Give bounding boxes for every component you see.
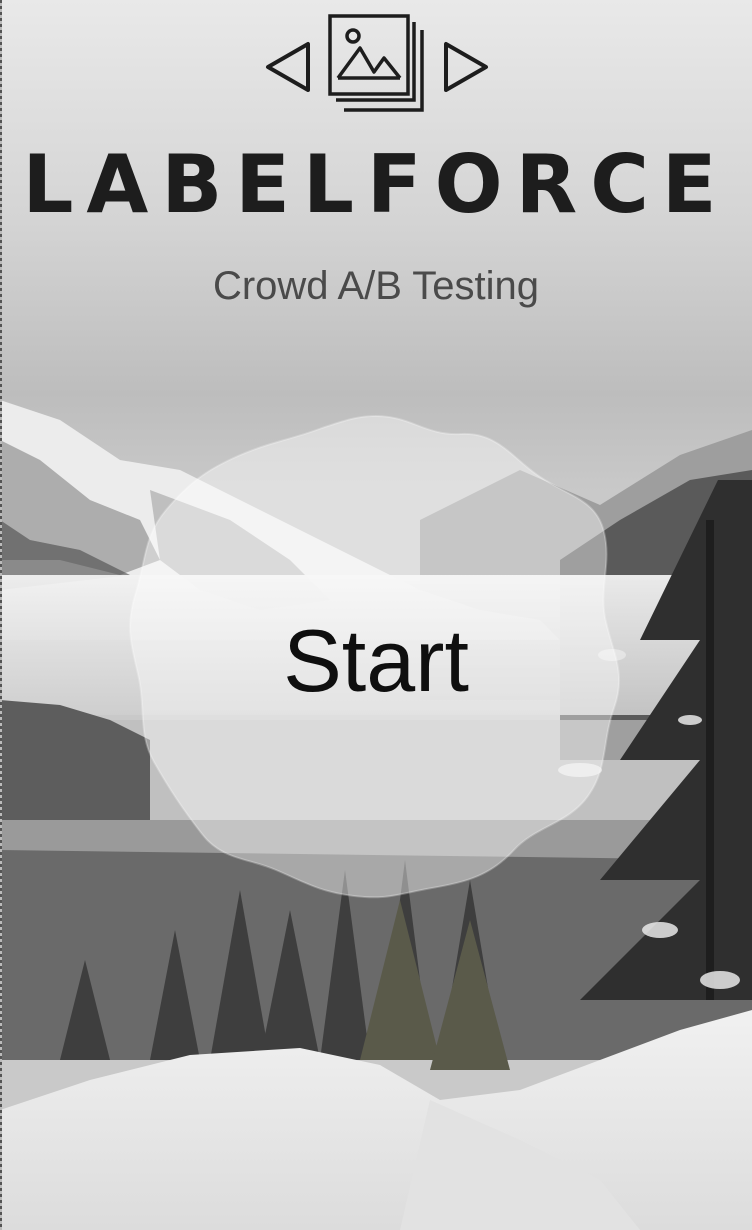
- triangle-left-icon: [266, 42, 310, 92]
- launch-screen: LABELFORCE Crowd A/B Testing Start: [0, 0, 752, 1230]
- labelforce-logo: [266, 14, 488, 112]
- start-button-label: Start: [283, 611, 469, 710]
- app-tagline: Crowd A/B Testing: [212, 264, 540, 308]
- triangle-right-icon: [444, 42, 488, 92]
- app-title: LABELFORCE: [22, 138, 730, 231]
- start-button[interactable]: Start: [126, 412, 626, 902]
- image-stack-icon: [328, 14, 424, 112]
